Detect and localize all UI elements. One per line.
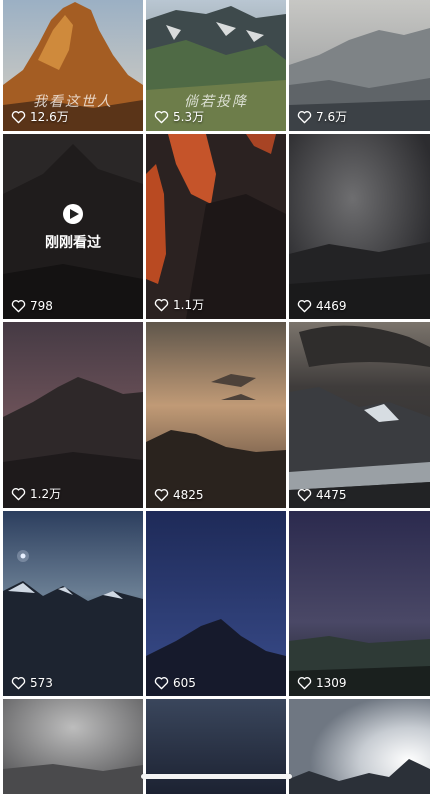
video-tile-5[interactable]: 1.1万 xyxy=(146,134,286,319)
heart-outline-icon xyxy=(154,676,169,690)
like-count-value: 5.3万 xyxy=(173,108,204,125)
thumbnail-light-rays xyxy=(289,699,430,794)
like-count: 7.6万 xyxy=(297,108,347,125)
like-count: 4475 xyxy=(297,488,347,502)
heart-outline-icon xyxy=(297,299,312,313)
video-tile-10[interactable]: 573 xyxy=(3,511,143,696)
thumbnail-night-snow-star xyxy=(3,511,143,696)
like-count-value: 4475 xyxy=(316,488,347,502)
like-count-value: 798 xyxy=(30,299,53,313)
like-count: 1.1万 xyxy=(154,296,204,313)
thumbnail-sepia-sunset xyxy=(146,322,286,508)
thumbnail-grey-haze xyxy=(3,699,143,794)
heart-outline-icon xyxy=(154,110,169,124)
thumbnail-storm-clouds xyxy=(289,134,430,319)
thumbnail-blue-night-peak xyxy=(146,511,286,696)
like-count-value: 4469 xyxy=(316,299,347,313)
video-tile-11[interactable]: 605 xyxy=(146,511,286,696)
video-tile-13[interactable] xyxy=(3,699,143,794)
video-tile-2[interactable]: 倘若投降 5.3万 xyxy=(146,0,286,131)
like-count-value: 4825 xyxy=(173,488,204,502)
video-tile-3[interactable]: 7.6万 xyxy=(289,0,430,131)
heart-outline-icon xyxy=(154,488,169,502)
thumbnail-red-cliff xyxy=(146,134,286,319)
like-count: 4825 xyxy=(154,488,204,502)
thumbnail-glacier-clouds xyxy=(289,322,430,508)
play-icon xyxy=(63,204,83,224)
like-count-value: 12.6万 xyxy=(30,108,69,125)
heart-outline-icon xyxy=(11,110,26,124)
video-tile-12[interactable]: 1309 xyxy=(289,511,430,696)
like-count: 4469 xyxy=(297,299,347,313)
video-tile-15[interactable] xyxy=(289,699,430,794)
video-tile-1[interactable]: 我看这世人 12.6万 xyxy=(3,0,143,131)
heart-outline-icon xyxy=(11,299,26,313)
heart-outline-icon xyxy=(11,487,26,501)
like-count: 1309 xyxy=(297,676,347,690)
like-count: 798 xyxy=(11,299,53,313)
thumbnail-dusk-peak xyxy=(3,322,143,508)
video-tile-6[interactable]: 4469 xyxy=(289,134,430,319)
like-count-value: 1.1万 xyxy=(173,296,204,313)
recently-watched-overlay: 刚刚看过 xyxy=(3,204,143,252)
recently-watched-label: 刚刚看过 xyxy=(45,232,101,252)
video-tile-8[interactable]: 4825 xyxy=(146,322,286,508)
heart-outline-icon xyxy=(11,676,26,690)
home-indicator[interactable] xyxy=(141,774,292,779)
heart-outline-icon xyxy=(297,488,312,502)
like-count-value: 605 xyxy=(173,676,196,690)
like-count-value: 1.2万 xyxy=(30,485,61,502)
heart-outline-icon xyxy=(154,298,169,312)
video-grid: 我看这世人 12.6万 倘若投降 5.3万 xyxy=(3,0,430,790)
thumbnail-dark-blue-sky xyxy=(146,699,286,794)
video-tile-4[interactable]: 刚刚看过 798 xyxy=(3,134,143,319)
like-count-value: 573 xyxy=(30,676,53,690)
thumbnail-purple-night xyxy=(289,511,430,696)
video-tile-7[interactable]: 1.2万 xyxy=(3,322,143,508)
heart-outline-icon xyxy=(297,676,312,690)
like-count-value: 7.6万 xyxy=(316,108,347,125)
like-count: 12.6万 xyxy=(11,108,69,125)
like-count: 5.3万 xyxy=(154,108,204,125)
heart-outline-icon xyxy=(297,110,312,124)
video-tile-9[interactable]: 4475 xyxy=(289,322,430,508)
like-count-value: 1309 xyxy=(316,676,347,690)
like-count: 573 xyxy=(11,676,53,690)
video-tile-14[interactable] xyxy=(146,699,286,794)
like-count: 605 xyxy=(154,676,196,690)
like-count: 1.2万 xyxy=(11,485,61,502)
